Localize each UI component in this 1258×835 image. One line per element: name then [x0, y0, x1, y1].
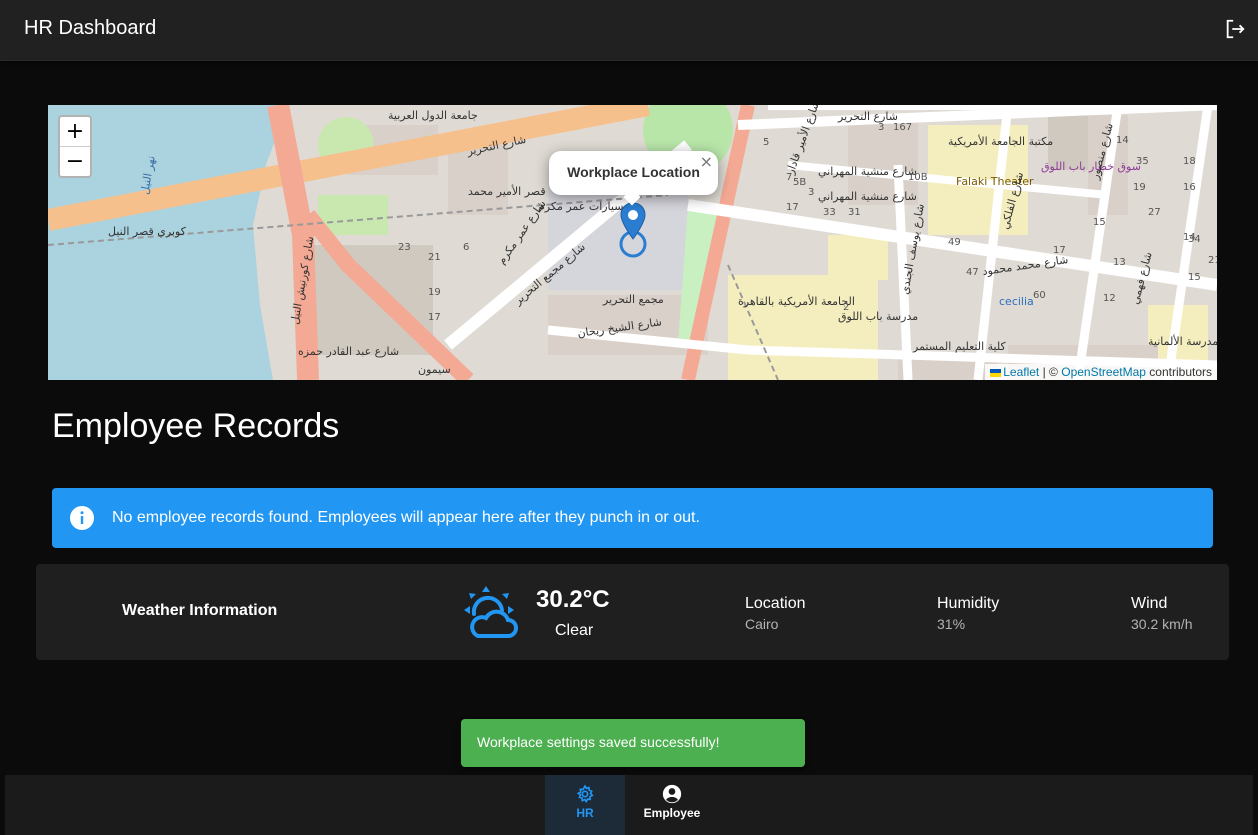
- popup-close-button[interactable]: ×: [700, 152, 713, 171]
- nav-item-label: HR: [576, 806, 594, 820]
- humidity-value: 31%: [937, 616, 966, 632]
- attribution-suffix: contributors: [1149, 365, 1212, 379]
- page-title: Employee Records: [52, 407, 340, 445]
- location-value: Cairo: [745, 616, 779, 632]
- bottom-navigation: HR Employee: [5, 775, 1253, 835]
- weather-condition: Clear: [555, 622, 594, 639]
- account-circle-icon: [662, 784, 682, 804]
- success-snackbar: Workplace settings saved successfully!: [461, 719, 805, 767]
- map-marker-icon[interactable]: [618, 201, 648, 261]
- ukraine-flag-icon: [990, 368, 1002, 377]
- wind-value: 30.2 km/h: [1131, 616, 1193, 632]
- nav-item-label: Employee: [643, 806, 701, 820]
- nav-item-hr[interactable]: HR: [545, 775, 625, 835]
- map-attribution: Leaflet | © OpenStreetMap contributors: [985, 364, 1217, 380]
- humidity-label: Humidity: [937, 595, 1000, 612]
- snackbar-message: Workplace settings saved successfully!: [477, 734, 720, 750]
- logout-icon[interactable]: [1224, 18, 1246, 40]
- zoom-in-button[interactable]: +: [60, 117, 90, 146]
- zoom-control: + −: [58, 115, 92, 178]
- osm-link[interactable]: OpenStreetMap: [1061, 365, 1146, 379]
- gear-icon: [576, 784, 594, 804]
- partly-cloudy-icon: [464, 586, 518, 638]
- location-label: Location: [745, 595, 806, 612]
- weather-title: Weather Information: [122, 602, 278, 619]
- app-bar: HR Dashboard: [0, 0, 1258, 61]
- weather-temperature: 30.2°C: [536, 586, 610, 613]
- zoom-out-button[interactable]: −: [60, 146, 90, 176]
- nav-item-employee[interactable]: Employee: [632, 775, 712, 835]
- attribution-separator: | ©: [1042, 365, 1058, 379]
- info-alert: No employee records found. Employees wil…: [52, 488, 1213, 548]
- app-title: HR Dashboard: [24, 17, 157, 39]
- info-icon: [70, 506, 94, 530]
- weather-card: Weather Information 30.2°C Clear Locatio…: [36, 564, 1229, 660]
- alert-message: No employee records found. Employees wil…: [112, 509, 700, 526]
- workplace-map[interactable]: شارع التحرير شارع التحرير جامعة الدول ال…: [48, 105, 1217, 380]
- leaflet-link[interactable]: Leaflet: [1003, 365, 1039, 379]
- popup-text: Workplace Location: [567, 164, 700, 180]
- wind-label: Wind: [1131, 595, 1168, 612]
- map-popup: Workplace Location ×: [549, 151, 718, 206]
